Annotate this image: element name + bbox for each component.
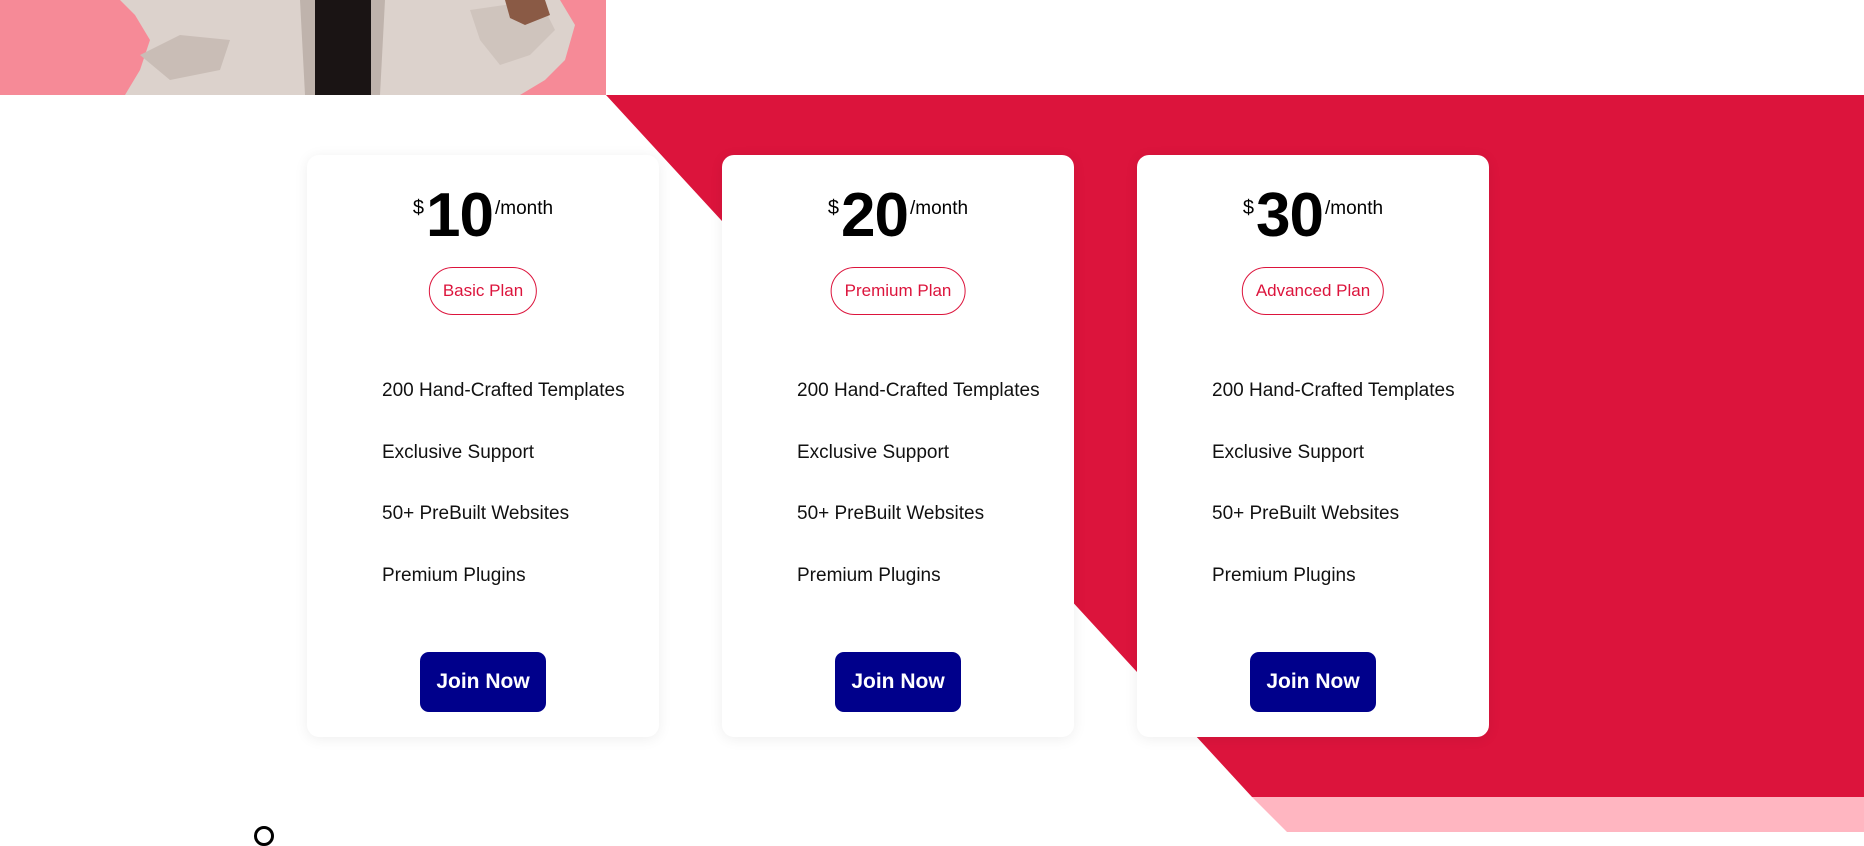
plan-name-badge: Advanced Plan (1241, 267, 1385, 315)
pricing-card-basic: $10/month Basic Plan 200 Hand-Crafted Te… (307, 155, 659, 737)
pricing-section: $10/month Basic Plan 200 Hand-Crafted Te… (0, 0, 1864, 832)
price: $10/month (307, 185, 659, 247)
price: $20/month (722, 185, 1074, 247)
feature-item: Exclusive Support (382, 441, 535, 463)
price-period: /month (495, 198, 554, 219)
price-period: /month (910, 198, 969, 219)
cropped-heading-glyph (254, 826, 274, 846)
feature-item: Premium Plugins (1212, 564, 1356, 586)
feature-item: Premium Plugins (797, 564, 941, 586)
price-currency: $ (827, 197, 840, 219)
feature-item: 200 Hand-Crafted Templates (797, 380, 1040, 401)
plan-name-badge: Basic Plan (428, 267, 538, 315)
feature-item: 200 Hand-Crafted Templates (1212, 380, 1455, 401)
feature-list: 200 Hand-Crafted Templates Exclusive Sup… (797, 379, 1040, 625)
price-amount: 20 (841, 181, 909, 250)
feature-item: Exclusive Support (797, 441, 950, 463)
feature-item: Premium Plugins (382, 564, 526, 586)
pricing-card-advanced: $30/month Advanced Plan 200 Hand-Crafted… (1137, 155, 1489, 737)
price-amount: 30 (1256, 181, 1324, 250)
feature-item: 50+ PreBuilt Websites (1212, 503, 1400, 524)
join-now-button[interactable]: Join Now (420, 652, 546, 712)
feature-item: Exclusive Support (1212, 441, 1365, 463)
price-currency: $ (1242, 197, 1255, 219)
join-now-button[interactable]: Join Now (1250, 652, 1376, 712)
pricing-card-premium: $20/month Premium Plan 200 Hand-Crafted … (722, 155, 1074, 737)
price-amount: 10 (426, 181, 494, 250)
price-period: /month (1325, 198, 1384, 219)
price-currency: $ (412, 197, 425, 219)
feature-item: 200 Hand-Crafted Templates (382, 380, 625, 401)
price: $30/month (1137, 185, 1489, 247)
feature-list: 200 Hand-Crafted Templates Exclusive Sup… (1212, 379, 1455, 625)
plan-name-badge: Premium Plan (830, 267, 966, 315)
join-now-button[interactable]: Join Now (835, 652, 961, 712)
feature-list: 200 Hand-Crafted Templates Exclusive Sup… (382, 379, 625, 625)
feature-item: 50+ PreBuilt Websites (382, 503, 570, 524)
feature-item: 50+ PreBuilt Websites (797, 503, 985, 524)
